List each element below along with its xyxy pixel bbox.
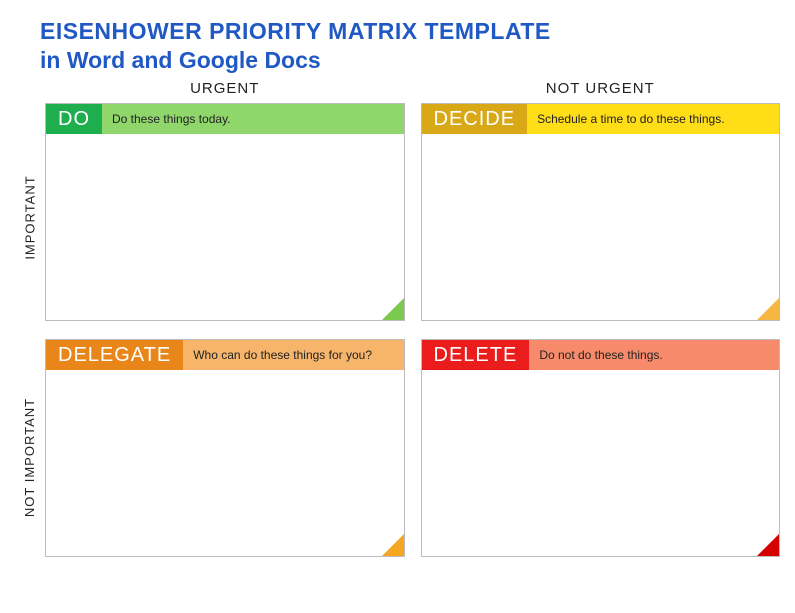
col-label-not-urgent: NOT URGENT — [421, 80, 781, 97]
quadrant-header: DO Do these things today. — [46, 104, 404, 134]
row-labels: IMPORTANT NOT IMPORTANT — [12, 110, 36, 580]
quadrant-tag: DELETE — [422, 340, 530, 370]
col-label-urgent: URGENT — [45, 80, 405, 97]
matrix: URGENT NOT URGENT DO Do these things tod… — [40, 80, 780, 557]
column-headers: URGENT NOT URGENT — [45, 80, 780, 97]
matrix-grid: DO Do these things today. DECIDE Schedul… — [45, 103, 780, 557]
corner-icon — [382, 534, 404, 556]
corner-icon — [757, 298, 779, 320]
quadrant-do: DO Do these things today. — [45, 103, 405, 321]
quadrant-header: DELETE Do not do these things. — [422, 340, 780, 370]
quadrant-tag: DECIDE — [422, 104, 528, 134]
quadrant-tag: DO — [46, 104, 102, 134]
quadrant-header: DECIDE Schedule a time to do these thing… — [422, 104, 780, 134]
corner-icon — [382, 298, 404, 320]
corner-icon — [757, 534, 779, 556]
quadrant-desc: Schedule a time to do these things. — [527, 104, 779, 134]
quadrant-desc: Do these things today. — [102, 104, 404, 134]
quadrant-decide: DECIDE Schedule a time to do these thing… — [421, 103, 781, 321]
quadrant-desc: Who can do these things for you? — [183, 340, 403, 370]
page-subtitle: in Word and Google Docs — [40, 47, 795, 74]
quadrant-tag: DELEGATE — [46, 340, 183, 370]
row-label-not-important: NOT IMPORTANT — [22, 398, 37, 517]
quadrant-header: DELEGATE Who can do these things for you… — [46, 340, 404, 370]
page-title: EISENHOWER PRIORITY MATRIX TEMPLATE — [40, 18, 795, 45]
quadrant-delete: DELETE Do not do these things. — [421, 339, 781, 557]
quadrant-delegate: DELEGATE Who can do these things for you… — [45, 339, 405, 557]
row-label-important: IMPORTANT — [23, 175, 38, 259]
quadrant-desc: Do not do these things. — [529, 340, 779, 370]
title-block: EISENHOWER PRIORITY MATRIX TEMPLATE in W… — [0, 0, 795, 74]
